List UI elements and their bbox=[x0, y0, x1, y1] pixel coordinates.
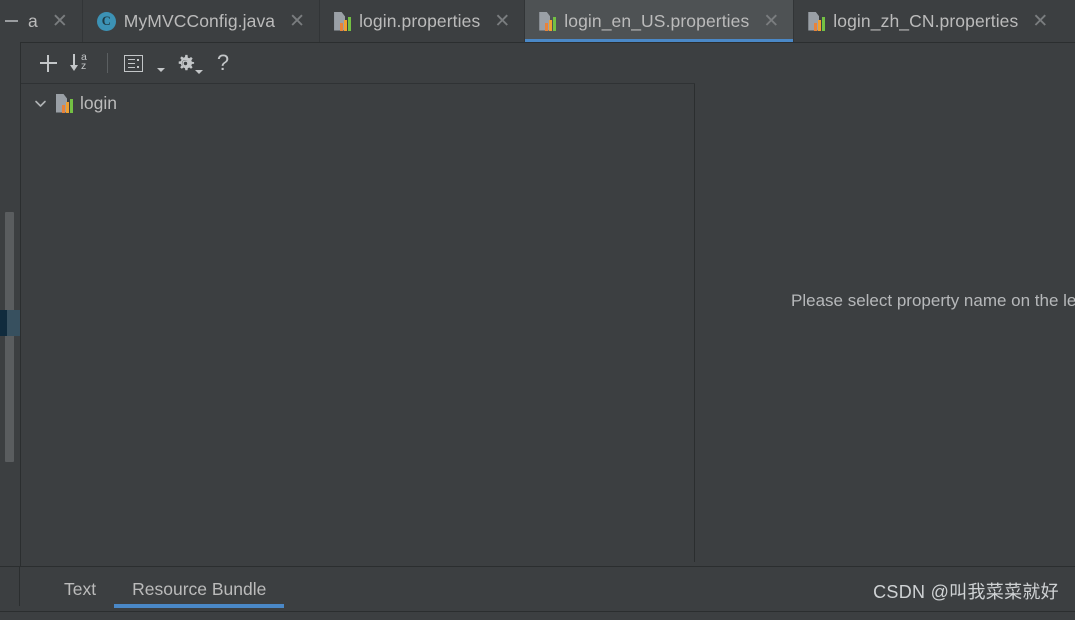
gear-icon-wrapper bbox=[176, 52, 203, 74]
group-by-button[interactable] bbox=[116, 46, 150, 80]
tree-node-label: login bbox=[80, 92, 117, 113]
editor-tab-login-properties[interactable]: login.properties ✕ bbox=[319, 0, 524, 42]
add-property-button[interactable] bbox=[31, 46, 65, 80]
properties-file-icon bbox=[334, 11, 352, 31]
close-icon[interactable]: ✕ bbox=[50, 12, 70, 31]
vertical-scrollbar[interactable] bbox=[5, 212, 14, 462]
editor-tab-label: login.properties bbox=[359, 10, 481, 31]
empty-state-message: Please select property name on the left bbox=[791, 291, 1075, 310]
editor-tab-label: login_en_US.properties bbox=[564, 10, 750, 31]
editor-tab-label: a bbox=[28, 10, 38, 31]
editor-view-tabs: Text Resource Bundle bbox=[46, 567, 285, 611]
ide-editor-window: a ✕ C MyMVCConfig.java ✕ login.propertie… bbox=[0, 0, 1075, 620]
watermark: CSDN @叫我菜菜就好 bbox=[873, 582, 1059, 602]
editor-tab-label: MyMVCConfig.java bbox=[123, 10, 276, 31]
question-mark-icon: ? bbox=[216, 50, 230, 75]
toolbar-separator bbox=[107, 53, 108, 73]
java-class-icon: C bbox=[96, 11, 116, 31]
editor-left-gutter bbox=[0, 42, 21, 566]
close-icon[interactable]: ✕ bbox=[761, 12, 781, 31]
tree-node-login[interactable]: login bbox=[21, 90, 694, 116]
chevron-down-icon bbox=[157, 68, 165, 72]
properties-file-icon bbox=[56, 93, 73, 113]
group-by-icon bbox=[123, 54, 143, 72]
close-icon[interactable]: ✕ bbox=[287, 12, 307, 31]
editor-tab-login-en-us-properties[interactable]: login_en_US.properties ✕ bbox=[524, 0, 794, 42]
chevron-down-icon[interactable] bbox=[31, 94, 49, 112]
sort-properties-button[interactable]: a z bbox=[65, 46, 99, 80]
close-icon[interactable]: ✕ bbox=[492, 12, 512, 31]
resource-bundle-tree: login bbox=[21, 84, 695, 562]
help-button[interactable]: ? bbox=[206, 46, 240, 80]
editor-tab-login-zh-cn-properties[interactable]: login_zh_CN.properties ✕ bbox=[793, 0, 1062, 42]
close-icon[interactable]: ✕ bbox=[1030, 12, 1050, 31]
editor-tab-truncated[interactable]: a ✕ bbox=[22, 0, 82, 42]
properties-file-icon bbox=[539, 11, 557, 31]
editor-tab-bar: a ✕ C MyMVCConfig.java ✕ login.propertie… bbox=[0, 0, 1075, 43]
resource-bundle-toolbar: a z ? bbox=[21, 43, 695, 84]
scrollbar-marker-edge bbox=[0, 310, 7, 336]
tab-text[interactable]: Text bbox=[46, 567, 114, 611]
status-bar bbox=[0, 611, 1075, 620]
sort-alphabetical-icon: a z bbox=[70, 52, 93, 73]
gear-icon bbox=[176, 54, 195, 73]
tab-overflow-dash bbox=[4, 20, 18, 22]
properties-file-icon bbox=[808, 11, 826, 31]
editor-tab-label: login_zh_CN.properties bbox=[833, 10, 1019, 31]
group-by-dropdown-button[interactable] bbox=[150, 46, 172, 80]
tab-text-label: Text bbox=[64, 578, 97, 599]
bottom-left-edge bbox=[0, 567, 20, 606]
tab-resource-bundle[interactable]: Resource Bundle bbox=[114, 567, 285, 611]
plus-icon bbox=[39, 54, 57, 72]
settings-button[interactable] bbox=[172, 46, 206, 80]
editor-tab-mymvcconfig-java[interactable]: C MyMVCConfig.java ✕ bbox=[81, 0, 319, 42]
chevron-down-icon[interactable] bbox=[195, 70, 203, 74]
tab-resource-bundle-label: Resource Bundle bbox=[132, 578, 267, 599]
property-detail-panel: Please select property name on the left bbox=[696, 43, 1075, 562]
tab-scroll-stub bbox=[0, 0, 22, 42]
